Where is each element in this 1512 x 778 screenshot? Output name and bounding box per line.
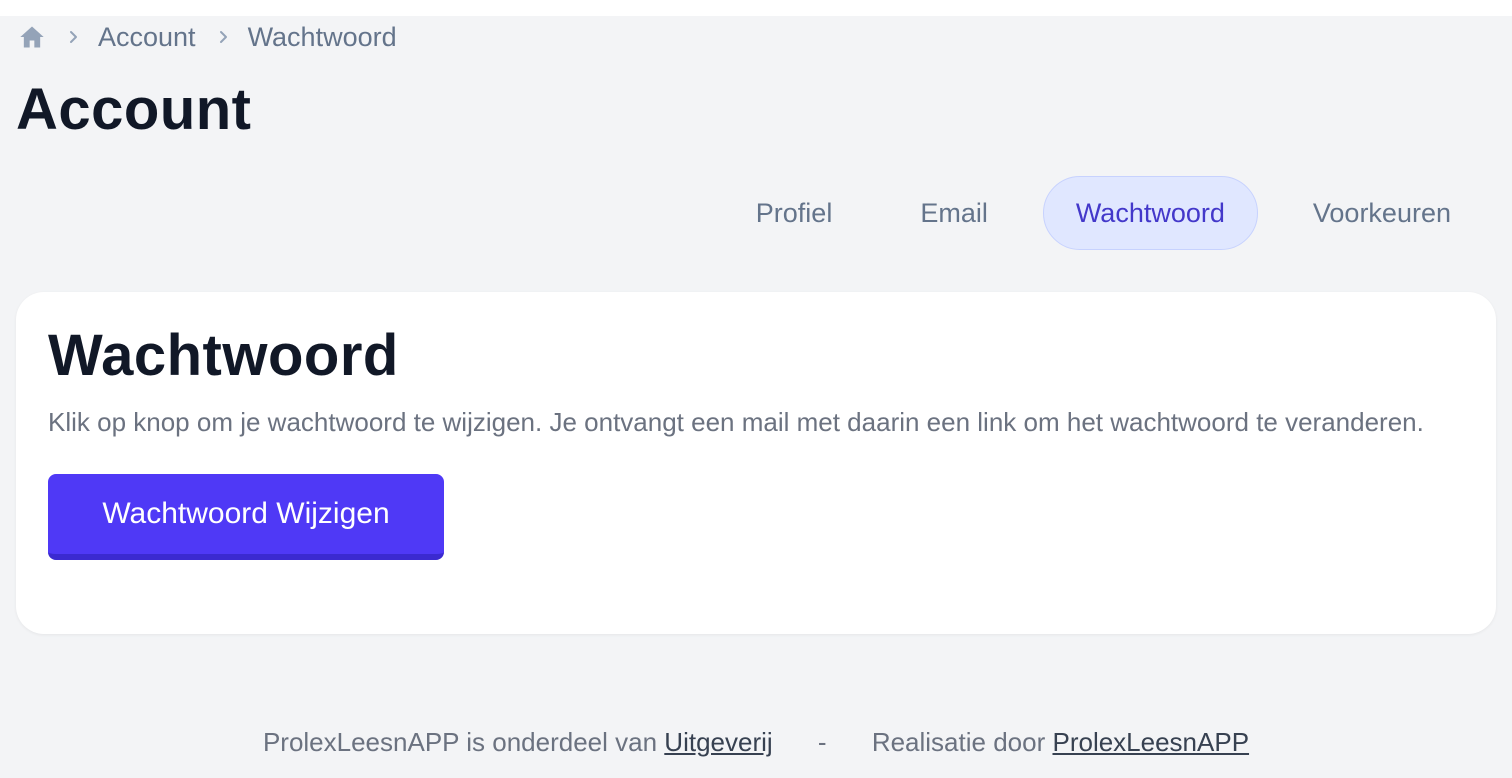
footer-prefix: ProlexLeesnAPP is onderdeel van <box>262 727 658 757</box>
card-title: Wachtwoord <box>48 323 399 388</box>
top-strip <box>0 0 1512 16</box>
footer-separator: - <box>817 727 827 757</box>
breadcrumb-item-account[interactable]: Account <box>98 22 196 53</box>
page-title: Account <box>16 77 252 142</box>
chevron-right-icon <box>214 29 234 45</box>
card-description: Klik op knop om je wachtwoord te wijzige… <box>48 407 1424 437</box>
change-password-button[interactable]: Wachtwoord Wijzigen <box>48 474 444 560</box>
tab-wachtwoord[interactable]: Wachtwoord <box>1042 176 1258 250</box>
home-icon[interactable] <box>18 23 46 51</box>
password-card: Wachtwoord Klik op knop om je wachtwoord… <box>16 292 1496 634</box>
breadcrumb: Account Wachtwoord <box>18 20 397 54</box>
footer: ProlexLeesnAPP is onderdeel van Uitgever… <box>0 722 1512 762</box>
account-tabs: Profiel Email Wachtwoord Voorkeuren <box>701 176 1484 250</box>
footer-credit-link[interactable]: ProlexLeesnAPP <box>1052 727 1249 757</box>
footer-publisher-link[interactable]: Uitgeverij <box>664 727 772 757</box>
tab-voorkeuren[interactable]: Voorkeuren <box>1280 176 1484 250</box>
tab-email[interactable]: Email <box>887 176 1021 250</box>
chevron-right-icon <box>64 29 84 45</box>
footer-credit-prefix: Realisatie door <box>871 727 1046 757</box>
tab-profiel[interactable]: Profiel <box>723 176 866 250</box>
breadcrumb-item-wachtwoord[interactable]: Wachtwoord <box>248 22 397 53</box>
